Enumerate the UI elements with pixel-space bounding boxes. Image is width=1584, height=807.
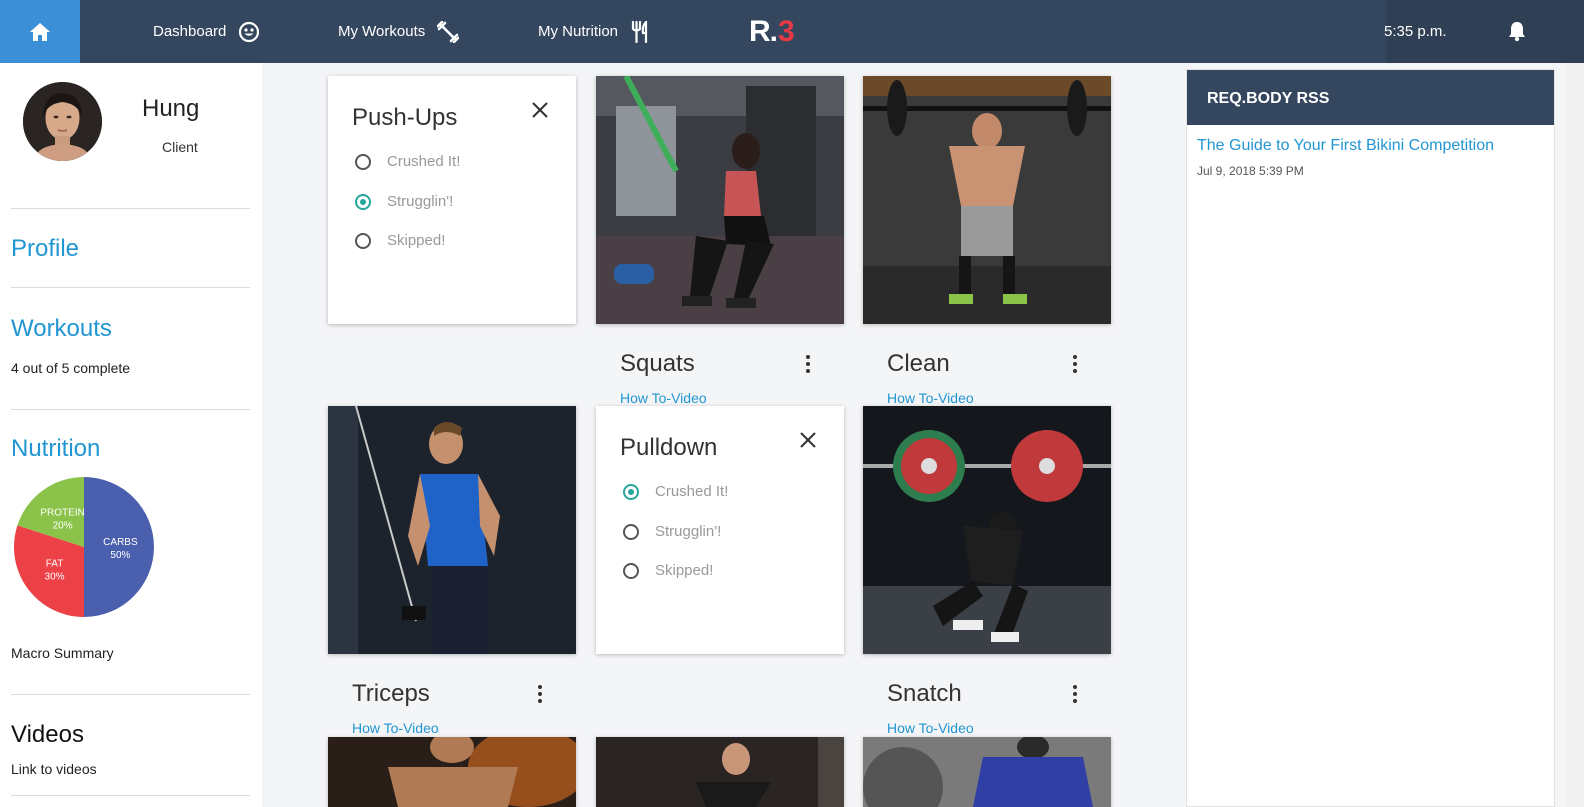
- how-to-video-link-squats[interactable]: How To-Video: [620, 390, 707, 406]
- macro-pie-svg: CARBS 50% FAT 30% PROTEIN 20%: [13, 477, 154, 617]
- divider: [11, 287, 250, 288]
- nav-nutrition-label: My Nutrition: [538, 23, 619, 40]
- pie-label-fat: FAT: [46, 558, 64, 569]
- radio-button-selected[interactable]: [623, 483, 639, 500]
- workout-card-pushups: Push-Ups Crushed It! Strugglin'! Skipped…: [328, 76, 576, 324]
- nav-my-workouts[interactable]: My Workouts: [338, 0, 460, 63]
- pie-value-protein: 20%: [53, 521, 73, 532]
- more-vert-icon[interactable]: [1065, 352, 1085, 376]
- home-button[interactable]: [0, 0, 80, 63]
- radio-option-skipped[interactable]: Skipped!: [623, 562, 713, 579]
- workout-image-row3-3[interactable]: [863, 737, 1111, 807]
- more-vert-icon[interactable]: [798, 352, 818, 376]
- sidebar-link-workouts[interactable]: Workouts: [11, 315, 112, 343]
- videos-heading: Videos: [11, 721, 84, 748]
- user-role: Client: [162, 139, 198, 155]
- bell-icon[interactable]: [1506, 20, 1528, 47]
- exercise-title-clean: Clean: [887, 350, 950, 377]
- divider: [11, 694, 250, 695]
- pie-value-fat: 30%: [45, 571, 65, 582]
- workout-image-triceps[interactable]: [328, 406, 576, 654]
- card-title: Pulldown: [620, 434, 718, 461]
- pie-value-carbs: 50%: [110, 550, 130, 561]
- radio-option-strugglin[interactable]: Strugglin'!: [355, 193, 453, 210]
- scrollbar[interactable]: [1567, 63, 1584, 807]
- macro-summary-label: Macro Summary: [11, 645, 114, 661]
- exercise-title-snatch: Snatch: [887, 680, 962, 707]
- exercise-title-triceps: Triceps: [352, 680, 430, 707]
- sidebar-link-nutrition[interactable]: Nutrition: [11, 435, 100, 463]
- videos-link[interactable]: Link to videos: [11, 761, 97, 777]
- radio-label: Skipped!: [655, 562, 714, 579]
- home-icon: [30, 22, 50, 41]
- divider: [11, 208, 250, 209]
- radio-option-crushed[interactable]: Crushed It!: [623, 483, 728, 500]
- radio-label: Strugglin'!: [655, 523, 722, 540]
- utensils-icon: [630, 20, 650, 43]
- left-sidebar: Hung Client Profile Workouts 4 out of 5 …: [0, 63, 262, 807]
- logo-text-main: R.: [749, 15, 778, 48]
- how-to-video-link-triceps[interactable]: How To-Video: [352, 720, 439, 736]
- divider: [11, 795, 250, 796]
- radio-button[interactable]: [623, 562, 639, 579]
- nav-workouts-label: My Workouts: [338, 23, 426, 40]
- workout-image-squats[interactable]: [596, 76, 844, 324]
- workout-image-row3-1[interactable]: [328, 737, 576, 807]
- sidebar-link-profile[interactable]: Profile: [11, 235, 79, 263]
- close-icon[interactable]: [798, 430, 818, 450]
- top-nav-bar: Dashboard My Workouts My Nutrition R. 3 5…: [0, 0, 1584, 63]
- radio-option-crushed[interactable]: Crushed It!: [355, 153, 460, 170]
- more-vert-icon[interactable]: [1065, 682, 1085, 706]
- how-to-video-link-clean[interactable]: How To-Video: [887, 390, 974, 406]
- app-logo[interactable]: R. 3: [749, 15, 795, 48]
- radio-option-strugglin[interactable]: Strugglin'!: [623, 523, 721, 540]
- radio-option-skipped[interactable]: Skipped!: [355, 232, 445, 249]
- dumbbell-icon: [437, 20, 460, 43]
- close-icon[interactable]: [530, 100, 550, 120]
- rss-item-link[interactable]: The Guide to Your First Bikini Competiti…: [1197, 137, 1494, 155]
- rss-item-date: Jul 9, 2018 5:39 PM: [1197, 164, 1304, 178]
- radio-label: Crushed It!: [387, 153, 461, 170]
- exercise-title-squats: Squats: [620, 350, 695, 377]
- rss-panel: REQ.BODY RSS The Guide to Your First Bik…: [1186, 69, 1555, 807]
- user-name: Hung: [142, 95, 200, 122]
- pie-label-protein: PROTEIN: [40, 508, 84, 519]
- workout-image-snatch[interactable]: [863, 406, 1111, 654]
- nav-dashboard[interactable]: Dashboard: [153, 0, 260, 63]
- macro-pie-chart: CARBS 50% FAT 30% PROTEIN 20%: [12, 475, 157, 620]
- radio-button[interactable]: [355, 232, 371, 249]
- workouts-progress: 4 out of 5 complete: [11, 360, 131, 376]
- card-title: Push-Ups: [352, 104, 458, 131]
- radio-label: Crushed It!: [655, 483, 729, 500]
- workout-image-clean[interactable]: [863, 76, 1111, 324]
- nav-dashboard-label: Dashboard: [153, 23, 227, 40]
- rss-heading: REQ.BODY RSS: [1187, 70, 1554, 125]
- more-vert-icon[interactable]: [530, 682, 550, 706]
- pie-label-carbs: CARBS: [103, 537, 138, 548]
- workout-card-pulldown: Pulldown Crushed It! Strugglin'! Skipped…: [596, 406, 844, 654]
- radio-label: Skipped!: [387, 232, 446, 249]
- radio-label: Strugglin'!: [387, 193, 454, 210]
- divider: [11, 409, 250, 410]
- avatar[interactable]: [23, 82, 102, 161]
- clock-time: 5:35 p.m.: [1384, 23, 1447, 40]
- radio-button[interactable]: [355, 153, 371, 170]
- radio-button-selected[interactable]: [355, 193, 371, 210]
- how-to-video-link-snatch[interactable]: How To-Video: [887, 720, 974, 736]
- workout-image-row3-2[interactable]: [596, 737, 844, 807]
- smiley-icon: [238, 21, 260, 43]
- radio-button[interactable]: [623, 523, 639, 540]
- logo-text-accent: 3: [778, 15, 795, 48]
- nav-my-nutrition[interactable]: My Nutrition: [538, 0, 650, 63]
